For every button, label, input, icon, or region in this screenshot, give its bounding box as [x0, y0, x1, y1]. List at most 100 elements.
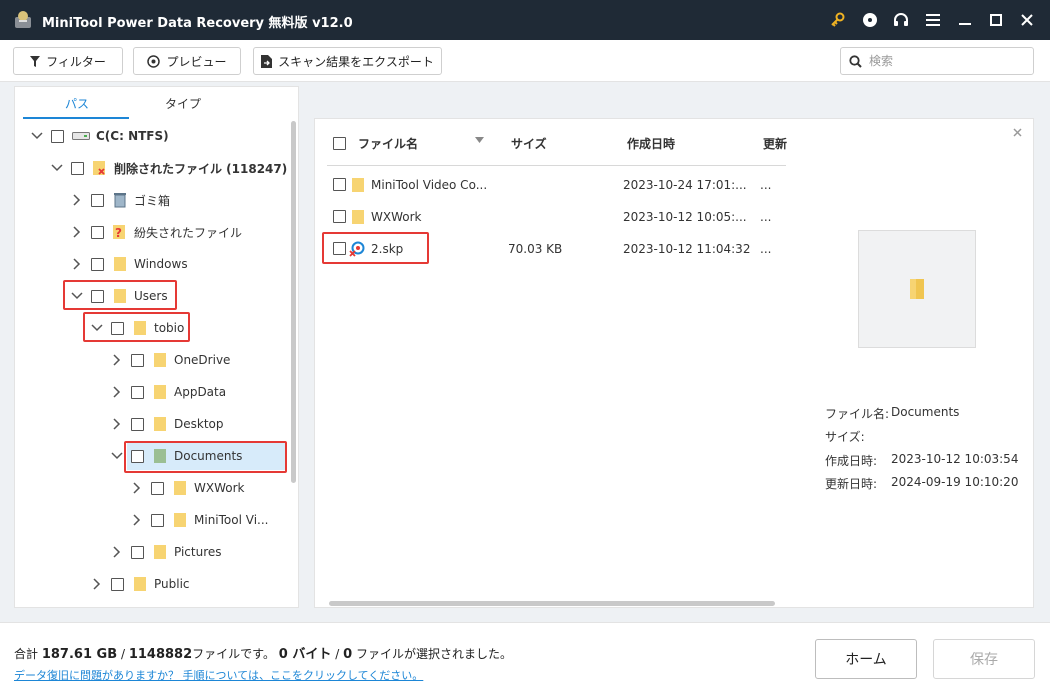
tree-item-public[interactable]: Public: [91, 571, 190, 597]
checkbox[interactable]: [131, 353, 144, 367]
file-name: 2.skp: [371, 242, 404, 256]
tree-item-recycle-bin[interactable]: ゴミ箱: [71, 187, 170, 213]
folder-icon: [152, 544, 168, 560]
file-modified: ...: [760, 242, 772, 256]
close-icon[interactable]: [1017, 10, 1037, 30]
header-divider: [327, 165, 786, 166]
export-label: スキャン結果をエクスポート: [278, 54, 434, 69]
preview-button[interactable]: プレビュー: [133, 47, 241, 75]
column-header-size[interactable]: サイズ: [511, 135, 547, 152]
checkbox[interactable]: [333, 178, 346, 191]
chevron-down-icon[interactable]: [51, 162, 63, 174]
key-icon[interactable]: [828, 10, 848, 30]
meta-name-value: Documents: [891, 405, 960, 419]
table-row[interactable]: 2.skp 70.03 KB 2023-10-12 11:04:32 ...: [315, 236, 804, 262]
checkbox[interactable]: [111, 321, 124, 335]
active-tab-indicator: [23, 117, 129, 119]
file-list-scrollbar[interactable]: [329, 601, 775, 606]
tab-path[interactable]: パス: [65, 95, 89, 112]
checkbox[interactable]: [131, 417, 144, 431]
deleted-folder-icon: [92, 160, 108, 176]
minimize-icon[interactable]: [955, 10, 975, 30]
column-header-created[interactable]: 作成日時: [627, 135, 675, 152]
disc-icon[interactable]: [860, 10, 880, 30]
tree-item-pictures[interactable]: Pictures: [111, 539, 222, 565]
chevron-right-icon[interactable]: [111, 418, 123, 430]
search-input[interactable]: [869, 53, 1029, 69]
checkbox[interactable]: [333, 210, 346, 223]
checkbox[interactable]: [51, 129, 64, 143]
total-size: 187.61 GB: [41, 647, 118, 662]
chevron-down-icon[interactable]: [71, 290, 83, 302]
help-link[interactable]: データ復旧に問題がありますか？ 手順については、ここをクリックしてください。: [14, 667, 423, 683]
chevron-right-icon[interactable]: [111, 354, 123, 366]
menu-icon[interactable]: [923, 10, 943, 30]
chevron-down-icon[interactable]: [111, 450, 123, 462]
tree-item-label: OneDrive: [174, 353, 231, 367]
checkbox[interactable]: [91, 257, 104, 271]
tree-item-documents[interactable]: Documents: [111, 443, 242, 469]
tab-type[interactable]: タイプ: [165, 95, 201, 112]
file-size: 70.03 KB: [508, 242, 563, 256]
meta-created-value: 2023-10-12 10:03:54: [891, 452, 1019, 466]
tree-item-appdata[interactable]: AppData: [111, 379, 226, 405]
tree-item-users[interactable]: Users: [71, 283, 168, 309]
checkbox[interactable]: [91, 193, 104, 207]
tree-item-c-drive[interactable]: C(C: NTFS): [31, 123, 169, 149]
chevron-down-icon[interactable]: [31, 130, 43, 142]
tree-item-minitool-video[interactable]: MiniTool Vi...: [131, 507, 268, 533]
chevron-right-icon[interactable]: [71, 258, 83, 270]
column-header-modified[interactable]: 更新: [763, 135, 787, 152]
filter-button[interactable]: フィルター: [13, 47, 123, 75]
checkbox[interactable]: [131, 545, 144, 559]
chevron-right-icon[interactable]: [71, 194, 83, 206]
folder-icon: [152, 352, 168, 368]
tree-item-windows[interactable]: Windows: [71, 251, 188, 277]
close-preview-icon[interactable]: [1013, 128, 1022, 137]
meta-name-label: ファイル名:: [825, 407, 890, 421]
folder-icon: [112, 288, 128, 304]
folder-icon: [152, 384, 168, 400]
save-button[interactable]: 保存: [933, 639, 1035, 679]
tree-item-onedrive[interactable]: OneDrive: [111, 347, 230, 373]
file-name: MiniTool Video Co...: [371, 178, 488, 192]
drive-icon: [72, 128, 90, 144]
chevron-right-icon[interactable]: [91, 578, 103, 590]
meta-modified-value: 2024-09-19 10:10:20: [891, 475, 1019, 489]
tree-item-desktop[interactable]: Desktop: [111, 411, 224, 437]
file-created: 2023-10-12 10:05:...: [623, 210, 747, 224]
checkbox[interactable]: [151, 481, 164, 495]
chevron-right-icon[interactable]: [131, 482, 143, 494]
checkbox[interactable]: [131, 385, 144, 399]
checkbox[interactable]: [91, 225, 104, 239]
chevron-right-icon[interactable]: [111, 546, 123, 558]
table-row[interactable]: MiniTool Video Co... 2023-10-24 17:01:..…: [315, 172, 804, 198]
column-header-name[interactable]: ファイル名: [358, 135, 418, 152]
chevron-right-icon[interactable]: [131, 514, 143, 526]
headset-icon[interactable]: [891, 10, 911, 30]
chevron-right-icon[interactable]: [71, 226, 83, 238]
export-button[interactable]: スキャン結果をエクスポート: [253, 47, 442, 75]
select-all-checkbox[interactable]: [333, 137, 346, 150]
tree-item-tobio[interactable]: tobio: [91, 315, 184, 341]
checkbox[interactable]: [151, 513, 164, 527]
sort-arrow-icon[interactable]: [475, 137, 484, 143]
maximize-icon[interactable]: [986, 10, 1006, 30]
checkbox[interactable]: [333, 242, 346, 255]
summary-slash: /: [335, 647, 340, 661]
checkbox[interactable]: [111, 577, 124, 591]
home-button[interactable]: ホーム: [815, 639, 917, 679]
search-box[interactable]: [840, 47, 1034, 75]
chevron-down-icon[interactable]: [91, 322, 103, 334]
tree-item-label: WXWork: [194, 481, 245, 495]
checkbox[interactable]: [131, 449, 144, 463]
tree-item-lost-files[interactable]: ? 紛失されたファイル: [71, 219, 242, 245]
tree-item-deleted-files[interactable]: 削除されたファイル (118247): [51, 155, 287, 181]
chevron-right-icon[interactable]: [111, 386, 123, 398]
meta-name-row: ファイル名: Documents: [825, 405, 959, 422]
checkbox[interactable]: [71, 161, 84, 175]
tree-scrollbar[interactable]: [291, 121, 296, 483]
checkbox[interactable]: [91, 289, 104, 303]
tree-item-wxwork[interactable]: WXWork: [131, 475, 244, 501]
table-row[interactable]: WXWork 2023-10-12 10:05:... ...: [315, 204, 804, 230]
